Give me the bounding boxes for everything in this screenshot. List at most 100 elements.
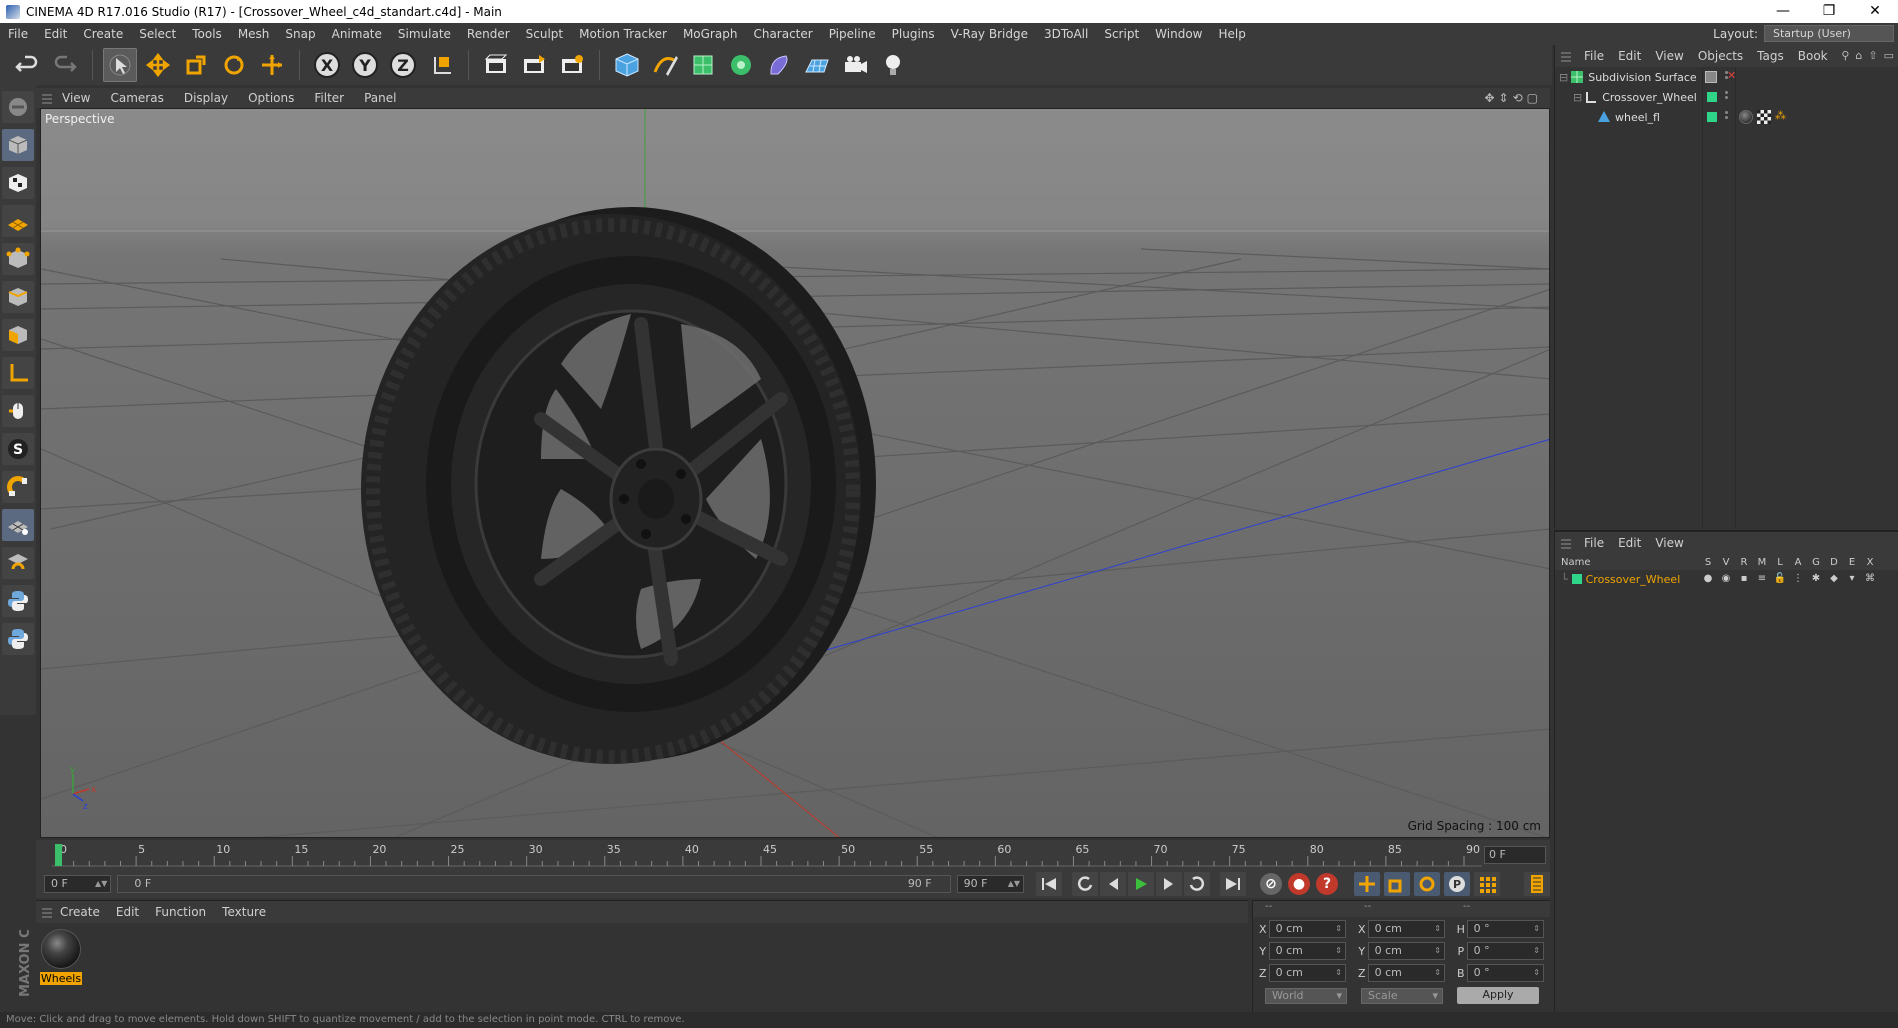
current-frame-field[interactable]: 0 F xyxy=(1484,846,1546,864)
key-position-icon[interactable] xyxy=(1354,872,1380,896)
viewport-menu-cameras[interactable]: Cameras xyxy=(100,91,173,105)
make-editable-icon[interactable] xyxy=(2,91,34,123)
flag-manager-header[interactable]: M xyxy=(1753,557,1771,568)
next-frame-icon[interactable] xyxy=(1156,872,1182,896)
wheel-model[interactable] xyxy=(361,207,876,764)
flag-render-header[interactable]: R xyxy=(1735,557,1753,568)
layout-dropdown[interactable]: Startup (User) xyxy=(1764,25,1894,42)
live-selection-icon[interactable] xyxy=(103,48,137,82)
enable-snap-grid-icon[interactable] xyxy=(2,509,34,541)
deformer-icon[interactable] xyxy=(762,48,796,82)
record-active-objects-icon[interactable]: ⊘ xyxy=(1260,873,1282,895)
rotation-h-field[interactable]: 0 ° ⇕ xyxy=(1466,920,1544,938)
solo-flag-icon[interactable]: ● xyxy=(1699,573,1717,584)
play-forward-icon[interactable] xyxy=(1128,872,1154,896)
menu-simulate[interactable]: Simulate xyxy=(390,27,459,41)
rotation-b-field[interactable]: 0 ° ⇕ xyxy=(1466,964,1544,982)
flag-expressions-header[interactable]: E xyxy=(1843,557,1861,568)
om-menu-view[interactable]: View xyxy=(1648,49,1690,63)
flag-deformers-header[interactable]: D xyxy=(1825,557,1843,568)
move-tool-icon[interactable] xyxy=(141,48,175,82)
om-menu-tags[interactable]: Tags xyxy=(1750,49,1791,63)
deformer-flag-icon[interactable]: ◆ xyxy=(1825,573,1843,584)
om-menu-edit[interactable]: Edit xyxy=(1611,49,1648,63)
cube-primitive-icon[interactable] xyxy=(610,48,644,82)
object-row-wheel-fl[interactable]: wheel_fl ⁂ xyxy=(1555,107,1898,127)
material-menu-function[interactable]: Function xyxy=(147,905,214,919)
coordinate-system-icon[interactable] xyxy=(424,48,458,82)
panel-grip-icon[interactable] xyxy=(1561,537,1571,549)
tree-toggle-icon[interactable]: ⊟ xyxy=(1573,91,1582,104)
editor-render-toggle-icon[interactable] xyxy=(1705,71,1717,83)
close-button[interactable]: ✕ xyxy=(1852,0,1898,23)
stepper-icon[interactable]: ⇕ xyxy=(1533,965,1540,981)
model-mode-icon[interactable] xyxy=(2,129,34,161)
key-point-level-icon[interactable] xyxy=(1474,872,1500,896)
workplane-mode-icon[interactable] xyxy=(2,205,34,237)
texture-mode-icon[interactable] xyxy=(2,167,34,199)
render-view-icon[interactable] xyxy=(479,48,513,82)
timeline-layout-icon[interactable] xyxy=(1524,872,1550,896)
python-script-2-icon[interactable] xyxy=(2,623,34,655)
go-to-start-icon[interactable] xyxy=(1036,872,1062,896)
cloner-icon[interactable] xyxy=(724,48,758,82)
lm-menu-edit[interactable]: Edit xyxy=(1611,536,1648,550)
floor-scene-icon[interactable] xyxy=(800,48,834,82)
stepper-icon[interactable]: ⇕ xyxy=(1434,921,1441,937)
stepper-icon[interactable]: ▲▼ xyxy=(95,876,107,892)
menu-file[interactable]: File xyxy=(0,27,36,41)
menu-select[interactable]: Select xyxy=(131,27,184,41)
solo-mode-icon[interactable]: S xyxy=(2,433,34,465)
menu-pipeline[interactable]: Pipeline xyxy=(821,27,884,41)
stepper-icon[interactable]: ⇕ xyxy=(1434,965,1441,981)
position-x-field[interactable]: 0 cm ⇕ xyxy=(1268,920,1346,938)
undo-icon[interactable] xyxy=(10,48,44,82)
panel-grip-icon[interactable] xyxy=(42,906,52,918)
menu-plugins[interactable]: Plugins xyxy=(884,27,943,41)
minimize-button[interactable]: — xyxy=(1760,0,1806,23)
flag-locked-header[interactable]: L xyxy=(1771,557,1789,568)
preview-range-slider[interactable]: 0 F 90 F xyxy=(117,875,951,893)
visibility-dots-icon[interactable] xyxy=(1725,91,1728,99)
layer-row[interactable]: └ Crossover_Wheel ● ◉ ▪ ≡ 🔓 ⋮ ✱ ◆ ▾ ⌘ xyxy=(1555,570,1898,588)
key-rotation-icon[interactable] xyxy=(1414,872,1440,896)
pen-spline-icon[interactable] xyxy=(648,48,682,82)
manager-flag-icon[interactable]: ≡ xyxy=(1753,573,1771,584)
material-menu-create[interactable]: Create xyxy=(52,905,108,919)
disable-x-icon[interactable]: ✕ xyxy=(1727,69,1736,82)
autokeying-icon[interactable]: ● xyxy=(1288,873,1310,895)
previous-key-icon[interactable] xyxy=(1072,872,1098,896)
points-mode-icon[interactable] xyxy=(2,243,34,275)
flag-animation-header[interactable]: A xyxy=(1789,557,1807,568)
new-window-icon[interactable]: ▭ xyxy=(1884,49,1894,62)
object-row-crossover-wheel[interactable]: ⊟ Crossover_Wheel xyxy=(1555,87,1898,107)
flag-view-header[interactable]: V xyxy=(1717,557,1735,568)
recent-tool-icon[interactable] xyxy=(255,48,289,82)
stepper-icon[interactable]: ⇕ xyxy=(1434,943,1441,959)
size-z-field[interactable]: 0 cm ⇕ xyxy=(1367,964,1445,982)
menu-3dtoall[interactable]: 3DToAll xyxy=(1036,27,1096,41)
stepper-icon[interactable]: ⇕ xyxy=(1533,921,1540,937)
layer-color-swatch[interactable] xyxy=(1707,112,1717,122)
size-x-field[interactable]: 0 cm ⇕ xyxy=(1367,920,1445,938)
panel-grip-icon[interactable] xyxy=(42,92,52,104)
rotation-p-field[interactable]: 0 ° ⇕ xyxy=(1466,942,1544,960)
render-flag-icon[interactable]: ▪ xyxy=(1735,573,1753,584)
menu-render[interactable]: Render xyxy=(459,27,518,41)
layer-color-swatch[interactable] xyxy=(1571,574,1582,584)
menu-tools[interactable]: Tools xyxy=(184,27,230,41)
lm-menu-view[interactable]: View xyxy=(1648,536,1690,550)
up-icon[interactable]: ⇧ xyxy=(1868,49,1877,62)
viewport-navigation-icons[interactable]: ✥⇕⟲▢ xyxy=(1484,91,1542,105)
viewport-menu-display[interactable]: Display xyxy=(174,91,238,105)
menu-snap[interactable]: Snap xyxy=(277,27,323,41)
axis-mode-icon[interactable] xyxy=(2,357,34,389)
edges-mode-icon[interactable] xyxy=(2,281,34,313)
menu-animate[interactable]: Animate xyxy=(324,27,390,41)
material-menu-edit[interactable]: Edit xyxy=(108,905,147,919)
om-menu-file[interactable]: File xyxy=(1577,49,1611,63)
menu-script[interactable]: Script xyxy=(1096,27,1147,41)
apply-button[interactable]: Apply xyxy=(1457,987,1539,1004)
timeline[interactable]: 0 5 10 15 20 25 30 35 40 45 50 55 60 65 70 75 80 85 90 0 F xyxy=(36,840,1550,870)
subdivision-surface-icon[interactable] xyxy=(686,48,720,82)
